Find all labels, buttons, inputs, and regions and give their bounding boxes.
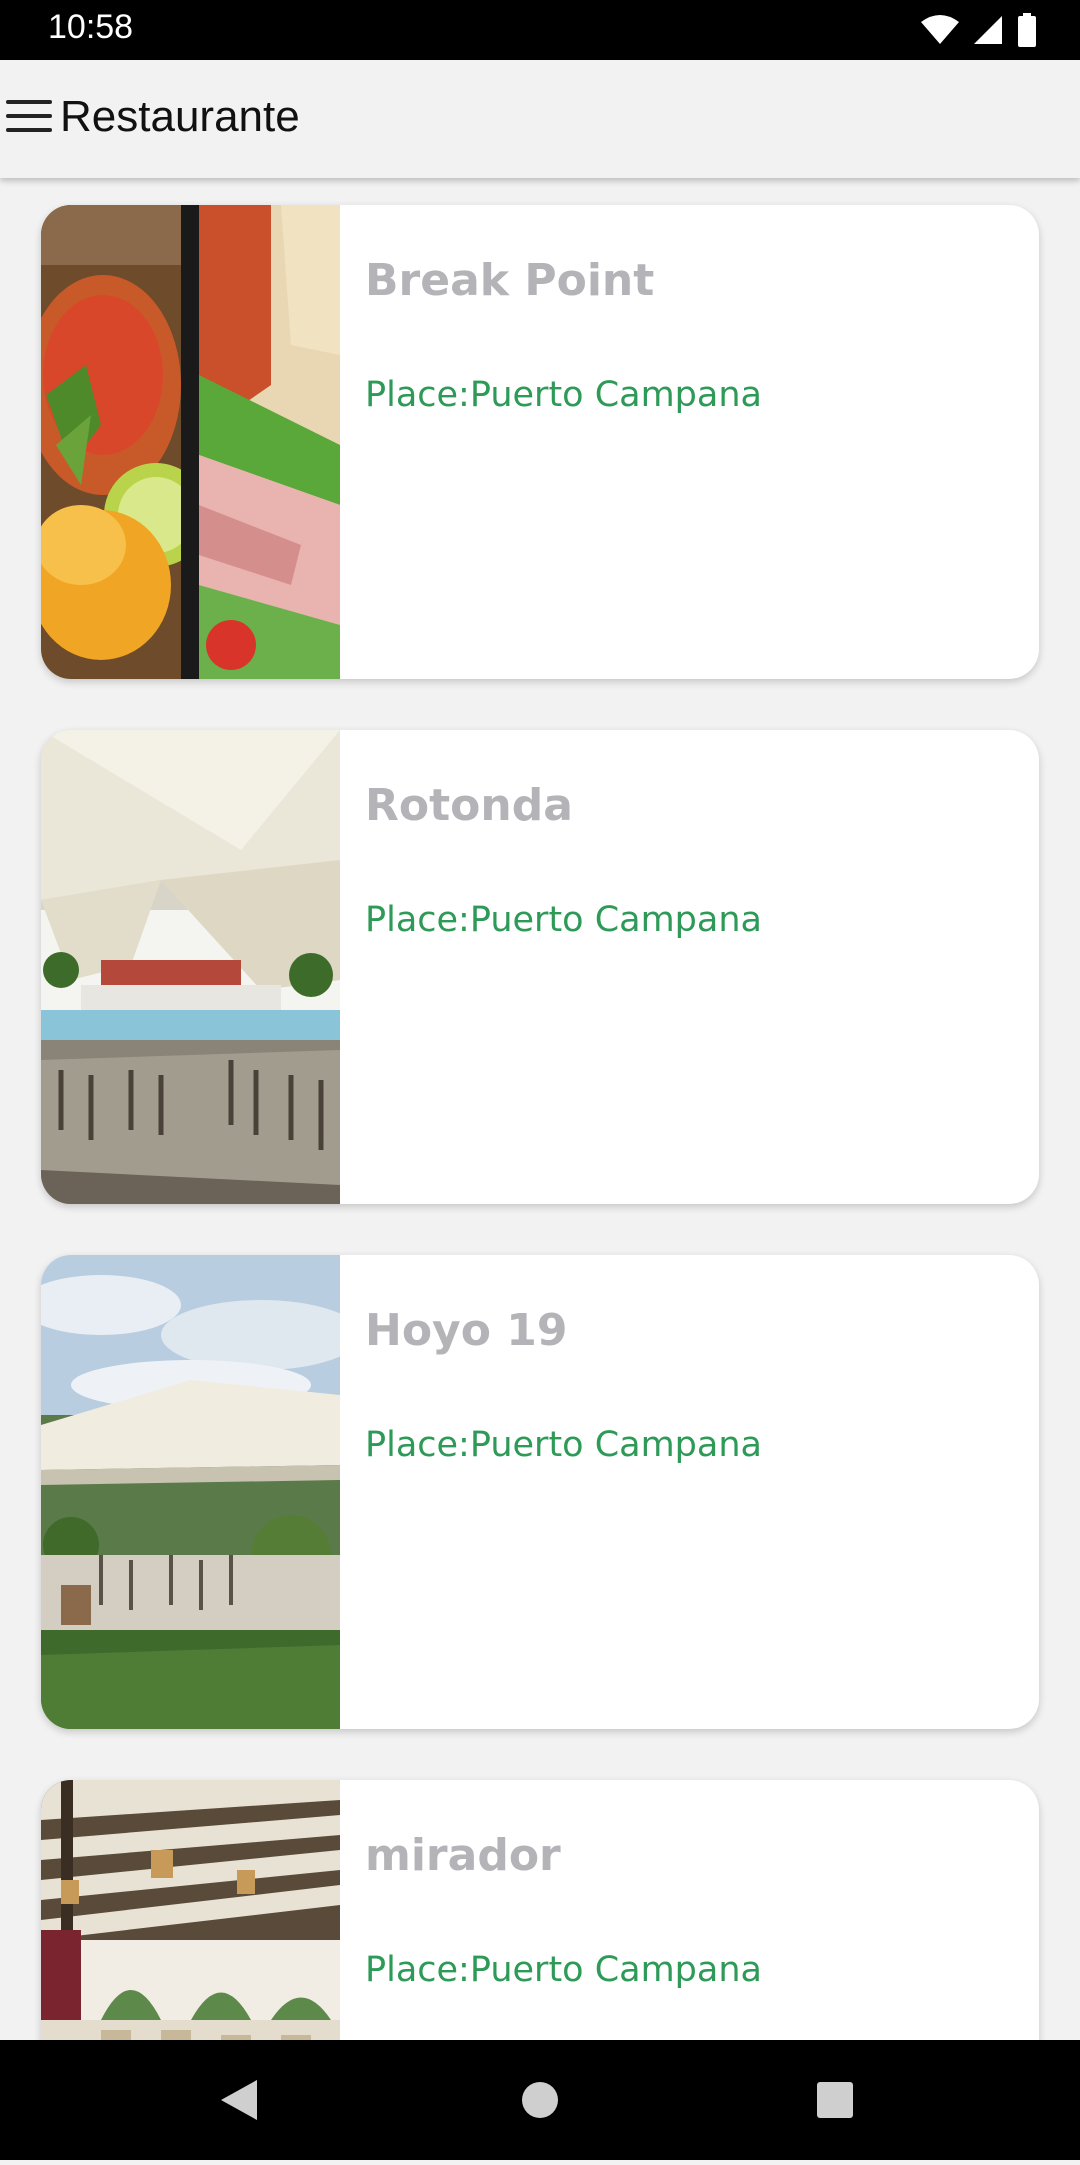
salsa-and-sandwich-photo xyxy=(41,205,340,679)
restaurant-name: Break Point xyxy=(365,255,655,306)
restaurant-name: Hoyo 19 xyxy=(365,1305,568,1356)
restaurant-place: Place:Puerto Campana xyxy=(365,375,762,415)
wifi-icon xyxy=(921,15,959,44)
restaurant-name: mirador xyxy=(365,1830,561,1881)
status-time: 10:58 xyxy=(48,8,134,46)
restaurant-place: Place:Puerto Campana xyxy=(365,1950,762,1990)
cellular-icon xyxy=(974,16,1002,44)
restaurant-card[interactable]: Hoyo 19 Place:Puerto Campana xyxy=(41,1255,1039,1729)
restaurant-place: Place:Puerto Campana xyxy=(365,1425,762,1465)
page-title: Restaurante xyxy=(60,92,300,141)
app-bar: Restaurante xyxy=(0,60,1080,178)
restaurant-name: Rotonda xyxy=(365,780,573,831)
back-icon xyxy=(221,2080,257,2120)
navigation-bar xyxy=(0,2040,1080,2160)
home-icon xyxy=(522,2082,558,2118)
status-icons xyxy=(920,12,1038,48)
recents-icon xyxy=(817,2082,853,2118)
tent-terrace-pool-photo xyxy=(41,730,340,1204)
restaurant-place: Place:Puerto Campana xyxy=(365,900,762,940)
restaurant-card[interactable]: Break Point Place:Puerto Campana xyxy=(41,205,1039,679)
restaurant-image xyxy=(41,1780,340,2040)
restaurant-card[interactable]: mirador Place:Puerto Campana xyxy=(41,1780,1039,2040)
menu-icon[interactable] xyxy=(6,98,54,138)
status-bar: 10:58 xyxy=(0,0,1080,60)
restaurant-image xyxy=(41,730,340,1204)
restaurant-image xyxy=(41,1255,340,1729)
restaurant-image xyxy=(41,205,340,679)
restaurant-card[interactable]: Rotonda Place:Puerto Campana xyxy=(41,730,1039,1204)
back-button[interactable] xyxy=(181,2040,301,2160)
tent-terrace-lawn-photo xyxy=(41,1255,340,1729)
covered-dining-hall-photo xyxy=(41,1780,340,2040)
restaurant-list[interactable]: Break Point Place:Puerto Campana Rotonda… xyxy=(0,178,1080,2040)
home-button[interactable] xyxy=(480,2040,600,2160)
recents-button[interactable] xyxy=(775,2040,895,2160)
battery-icon xyxy=(1018,13,1036,47)
